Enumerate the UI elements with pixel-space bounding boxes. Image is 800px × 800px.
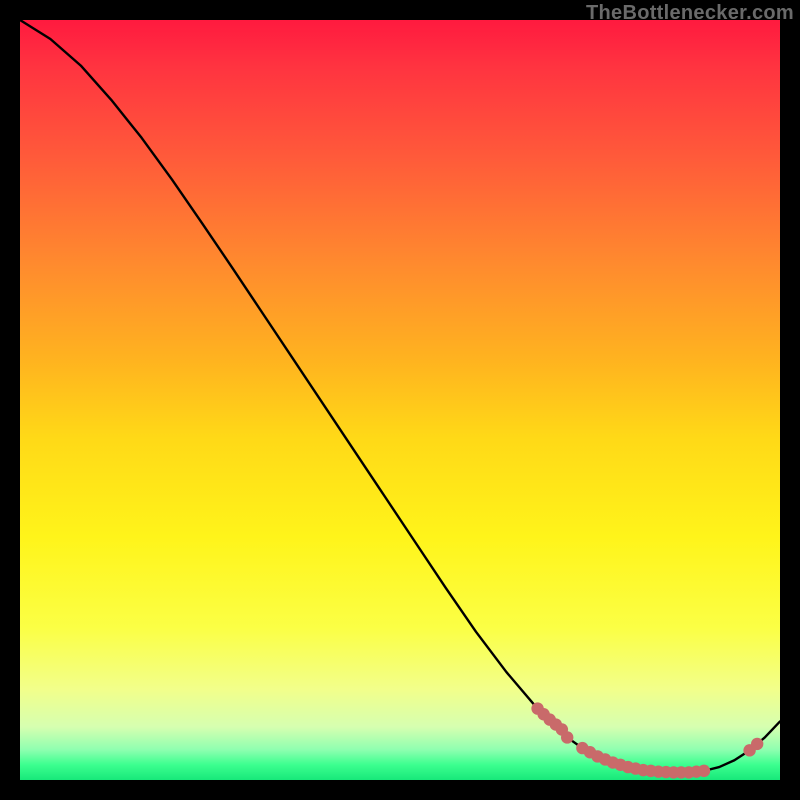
chart-svg bbox=[20, 20, 780, 780]
data-marker bbox=[698, 765, 710, 777]
chart-frame: TheBottlenecker.com bbox=[0, 0, 800, 800]
data-marker bbox=[751, 738, 763, 750]
watermark-text: TheBottlenecker.com bbox=[586, 2, 794, 25]
data-marker bbox=[561, 731, 573, 743]
data-markers bbox=[531, 702, 763, 778]
bottleneck-curve bbox=[20, 20, 780, 772]
chart-plot-area bbox=[20, 20, 780, 780]
